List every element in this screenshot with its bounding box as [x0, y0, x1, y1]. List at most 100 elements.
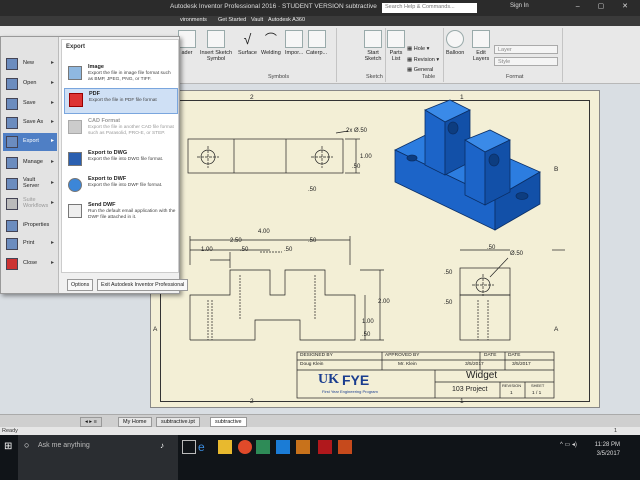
- tab-subtractive-drawing[interactable]: subtractive: [210, 417, 247, 427]
- date-label: DATE: [508, 353, 521, 358]
- dim-label: .50: [362, 332, 371, 338]
- dim-label: .50: [444, 270, 453, 276]
- export-dwf[interactable]: Export to DWF Export the file into DWF fi…: [64, 174, 178, 200]
- dim-label: .50: [352, 164, 361, 170]
- status-count: 1: [614, 428, 618, 434]
- menu-manage[interactable]: Manage ▸: [3, 154, 57, 172]
- dim-label: 1.00: [362, 319, 374, 325]
- menu-suite-workflows[interactable]: Suite Workflows ▸: [3, 195, 57, 215]
- top-view-outline: [187, 138, 344, 174]
- tray-icons[interactable]: ^ ▭ ◂): [560, 441, 577, 448]
- tab-subtractive-ipt[interactable]: subtractive.ipt: [156, 417, 200, 427]
- export-icon: [6, 136, 18, 148]
- chrome-icon[interactable]: [238, 440, 252, 454]
- image-icon: [68, 66, 82, 80]
- approved-by-label: APPROVED BY: [385, 353, 420, 358]
- chevron-right-icon: ▸: [50, 80, 54, 86]
- store-icon[interactable]: [276, 440, 290, 454]
- chevron-right-icon: ▸: [50, 100, 54, 106]
- pdf-icon: [69, 93, 83, 107]
- status-text: Ready: [2, 428, 18, 434]
- manage-icon: [6, 157, 18, 169]
- system-tray[interactable]: 11:28 PM 3/5/2017: [595, 441, 620, 459]
- date-label: DATE: [484, 353, 497, 358]
- designed-by: Doug Klein: [300, 362, 324, 367]
- tab-my-home[interactable]: My Home: [118, 417, 152, 427]
- save-icon: [6, 98, 18, 110]
- menu-print[interactable]: Print ▸: [3, 235, 57, 253]
- microphone-icon: ♪: [160, 441, 164, 450]
- menu-close[interactable]: Close ▸: [3, 255, 57, 273]
- chevron-right-icon: ▸: [50, 200, 54, 206]
- date-value: 3/5/2017: [512, 362, 531, 367]
- sheet-value: 1 / 1: [532, 391, 542, 396]
- dim-label: 1.00: [360, 154, 372, 160]
- dim-label: .50: [284, 247, 293, 253]
- iproperties-icon: [6, 220, 18, 232]
- suite-icon: [6, 198, 18, 210]
- menu-export[interactable]: Export ▸: [3, 133, 57, 151]
- vault-icon: [6, 178, 18, 190]
- edge-icon[interactable]: e: [198, 440, 212, 454]
- drawing-title: Widget: [466, 370, 498, 381]
- file-explorer-icon[interactable]: [218, 440, 232, 454]
- export-pdf[interactable]: PDF Export the file in PDF file format: [64, 88, 178, 114]
- open-folder-icon: [6, 78, 18, 90]
- cortana-icon: ○: [24, 440, 30, 450]
- dim-holes: 2x Ø.50: [346, 128, 368, 134]
- project-name: 103 Project: [452, 386, 488, 393]
- export-cad-format[interactable]: CAD Format Export the file in another CAD…: [64, 116, 178, 146]
- menu-open[interactable]: Open ▸: [3, 75, 57, 93]
- chevron-right-icon: ▸: [50, 138, 54, 144]
- task-view-icon[interactable]: [182, 440, 196, 454]
- exit-button[interactable]: Exit Autodesk Inventor Professional: [97, 279, 189, 291]
- dim-label: 2.50: [230, 238, 242, 244]
- dim-label: .50: [308, 238, 317, 244]
- dim-label: .50: [487, 245, 496, 251]
- menu-vault-server[interactable]: Vault Server ▸: [3, 175, 57, 195]
- tab-nav-arrows[interactable]: ◂ ▸ ≡: [80, 417, 102, 427]
- export-submenu: Export Image Export the file in image fil…: [61, 39, 179, 273]
- dim-label: .50: [240, 247, 249, 253]
- dim-label: Ø.50: [510, 251, 524, 257]
- fye-logo: UK FYE First Year Engineering Program: [318, 372, 378, 394]
- menu-save-as[interactable]: Save As ▸: [3, 114, 57, 132]
- save-as-icon: [6, 117, 18, 129]
- dim-label: 2.00: [378, 299, 390, 305]
- dim-label: 1.00: [201, 247, 213, 253]
- clock-date: 3/5/2017: [596, 451, 620, 457]
- inventor-icon[interactable]: [296, 440, 310, 454]
- dim-label: .50: [308, 187, 317, 193]
- date-value: 3/5/2017: [465, 362, 484, 367]
- dwg-icon: [68, 152, 82, 166]
- export-image[interactable]: Image Export the file in image file forma…: [64, 62, 178, 88]
- menu-new[interactable]: New ▸: [3, 55, 57, 73]
- logo-uk-mark: UK: [318, 372, 339, 387]
- powerpoint-icon[interactable]: [338, 440, 352, 454]
- app-icon[interactable]: [256, 440, 270, 454]
- export-dwg[interactable]: Export to DWG Export the file into DWG fi…: [64, 148, 178, 174]
- chevron-right-icon: ▸: [50, 159, 54, 165]
- designed-by-label: DESIGNED BY: [300, 353, 333, 358]
- submenu-title: Export: [66, 44, 86, 50]
- approved-by: Mr. Klein: [398, 362, 417, 367]
- sheet-label: SHEET: [531, 383, 545, 388]
- acrobat-icon[interactable]: [318, 440, 332, 454]
- close-icon: [6, 258, 18, 270]
- options-button[interactable]: Options: [67, 279, 94, 291]
- cad-format-icon: [68, 120, 82, 134]
- application-menu: New ▸ Open ▸ Save ▸ Save As ▸ Export ▸ Manage…: [0, 36, 189, 294]
- taskbar-search[interactable]: ○ Ask me anything ♪: [18, 435, 178, 480]
- menu-iproperties[interactable]: iProperties: [3, 217, 57, 235]
- menu-save[interactable]: Save ▸: [3, 95, 57, 113]
- chevron-right-icon: ▸: [50, 260, 54, 266]
- windows-start-icon[interactable]: ⊞: [4, 441, 12, 452]
- chevron-right-icon: ▸: [50, 240, 54, 246]
- side-view-outline: [459, 294, 511, 341]
- dim-label: .50: [444, 300, 453, 306]
- windows-taskbar: ⊞ ○ Ask me anything ♪ e 11:28 PM 3/5/201…: [0, 435, 640, 480]
- dwf-icon: [68, 178, 82, 192]
- new-icon: [6, 58, 18, 70]
- send-dwf[interactable]: Send DWF Run the default email applicatio…: [64, 200, 178, 230]
- chevron-right-icon: ▸: [50, 60, 54, 66]
